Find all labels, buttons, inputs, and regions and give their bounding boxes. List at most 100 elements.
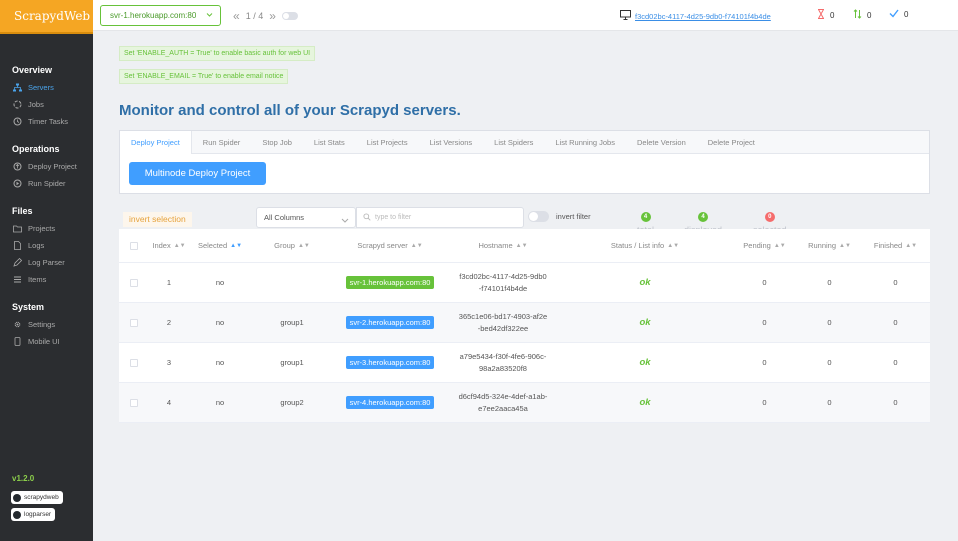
header-label: Scrapyd server <box>357 241 408 250</box>
sidebar-item-servers[interactable]: Servers <box>0 79 93 96</box>
sort-icon: ▲▼ <box>773 242 786 249</box>
hostname-line: 365c1e06-bd17-4903-af2e <box>458 311 548 321</box>
column-select-value: All Columns <box>264 213 305 222</box>
sidebar-item-label: Projects <box>28 224 56 233</box>
server-tag[interactable]: svr-2.herokuapp.com:80 <box>345 316 435 329</box>
server-select[interactable]: svr-1.herokuapp.com:80 <box>100 5 221 26</box>
sidebar-item-projects[interactable]: Projects <box>0 220 93 237</box>
status-ok: ok <box>639 397 651 408</box>
invert-filter-toggle[interactable] <box>528 211 549 222</box>
tab-list-stats[interactable]: List Stats <box>303 131 356 154</box>
table-row[interactable]: 3 no group1 svr-3.herokuapp.com:80 a79e5… <box>119 343 930 383</box>
table-row[interactable]: 4 no group2 svr-4.herokuapp.com:80 d6cf9… <box>119 383 930 423</box>
sort-icon: ▲▼ <box>515 242 528 249</box>
sort-icon: ▲▼ <box>297 242 310 249</box>
server-tag[interactable]: svr-4.herokuapp.com:80 <box>345 396 435 409</box>
sidebar-item-deploy-project[interactable]: Deploy Project <box>0 158 93 175</box>
github-link-scrapydweb[interactable]: scrapydweb <box>11 491 63 504</box>
sidebar-item-label: Deploy Project <box>28 162 77 171</box>
tab-delete-project[interactable]: Delete Project <box>697 131 766 154</box>
row-checkbox[interactable] <box>130 398 138 407</box>
sidebar-item-mobile-ui[interactable]: Mobile UI <box>0 333 93 350</box>
cell-status: ok <box>559 277 731 288</box>
operations-card: Deploy Project Run Spider Stop Job List … <box>119 130 930 194</box>
tab-list-spiders[interactable]: List Spiders <box>483 131 544 154</box>
sidebar-item-label: Log Parser <box>28 258 65 267</box>
row-checkbox[interactable] <box>130 358 138 367</box>
topbar-toggle[interactable] <box>281 12 298 20</box>
header-scrapyd-server[interactable]: Scrapyd server ▲▼ <box>333 241 447 250</box>
server-select-value: svr-1.herokuapp.com:80 <box>110 11 197 20</box>
tab-deploy-project[interactable]: Deploy Project <box>120 131 192 154</box>
brand-strip <box>0 32 93 34</box>
header-label: Running <box>808 241 837 250</box>
hostname-line: -bed42df322ee <box>477 323 529 333</box>
sidebar-item-log-parser[interactable]: Log Parser <box>0 254 93 271</box>
filter-input[interactable]: type to filter <box>356 207 524 228</box>
server-tag[interactable]: svr-3.herokuapp.com:80 <box>345 356 435 369</box>
cell-status: ok <box>559 317 731 328</box>
tab-list-projects[interactable]: List Projects <box>356 131 419 154</box>
tab-run-spider[interactable]: Run Spider <box>192 131 252 154</box>
row-checkbox-cell <box>119 358 149 367</box>
header-selected[interactable]: Selected ▲▼ <box>189 241 251 250</box>
sidebar-item-settings[interactable]: Settings <box>0 316 93 333</box>
cell-index: 2 <box>166 318 172 327</box>
header-status[interactable]: Status / List info ▲▼ <box>559 241 731 250</box>
header-label: Index <box>152 241 171 250</box>
brand-logo[interactable]: ScrapydWeb <box>0 0 93 32</box>
tab-delete-version[interactable]: Delete Version <box>626 131 697 154</box>
pending-count: 0 <box>830 10 835 20</box>
finished-count: 0 <box>904 10 909 19</box>
cell-selected: no <box>215 358 225 367</box>
sidebar-item-items[interactable]: Items <box>0 271 93 288</box>
sidebar-item-run-spider[interactable]: Run Spider <box>0 175 93 192</box>
table-row[interactable]: 2 no group1 svr-2.herokuapp.com:80 365c1… <box>119 303 930 343</box>
hostname-line: 98a2a83520f8 <box>479 363 527 373</box>
node-link[interactable]: f3cd02bc-4117-4d25-9db0-f74101f4b4de <box>620 10 771 22</box>
search-icon <box>363 212 371 223</box>
cell-pending: 0 <box>762 278 767 287</box>
invert-filter: invert filter <box>528 211 591 222</box>
hostname-line: d6cf94d5-324e-4def-a1ab- <box>458 391 548 401</box>
nav-section-system: System <box>12 302 45 312</box>
tab-list-versions[interactable]: List Versions <box>419 131 484 154</box>
running-counter: 0 <box>853 9 871 21</box>
invert-selection-button[interactable]: invert selection <box>123 212 192 227</box>
github-link-logparser[interactable]: logparser <box>11 508 56 521</box>
sort-icon: ▲▼ <box>173 242 186 249</box>
row-checkbox[interactable] <box>130 318 138 327</box>
cell-group: group1 <box>280 318 304 327</box>
header-index[interactable]: Index ▲▼ <box>149 241 189 250</box>
header-label: Pending <box>743 241 771 250</box>
cell-running: 0 <box>827 398 832 407</box>
select-all-cell <box>119 241 149 250</box>
select-all-checkbox[interactable] <box>130 241 138 250</box>
tab-stop-job[interactable]: Stop Job <box>251 131 303 154</box>
header-group[interactable]: Group ▲▼ <box>251 241 333 250</box>
table-row[interactable]: 1 no svr-1.herokuapp.com:80 f3cd02bc-411… <box>119 263 930 303</box>
sidebar-item-logs[interactable]: Logs <box>0 237 93 254</box>
header-running[interactable]: Running ▲▼ <box>798 241 861 250</box>
filter-placeholder: type to filter <box>375 214 412 221</box>
cell-pending: 0 <box>762 358 767 367</box>
mobile-icon <box>13 337 22 346</box>
column-select[interactable]: All Columns <box>256 207 356 228</box>
tab-list-running-jobs[interactable]: List Running Jobs <box>544 131 626 154</box>
header-finished[interactable]: Finished ▲▼ <box>861 241 930 250</box>
page-title: Monitor and control all of your Scrapyd … <box>119 102 461 119</box>
row-checkbox-cell <box>119 278 149 287</box>
cell-status: ok <box>559 397 731 408</box>
multinode-deploy-button[interactable]: Multinode Deploy Project <box>129 162 266 185</box>
row-checkbox[interactable] <box>130 278 138 287</box>
header-pending[interactable]: Pending ▲▼ <box>731 241 798 250</box>
sidebar-item-jobs[interactable]: Jobs <box>0 96 93 113</box>
play-icon <box>13 179 22 188</box>
header-hostname[interactable]: Hostname ▲▼ <box>447 241 559 250</box>
chevron-down-icon <box>206 11 213 20</box>
prev-server-icon[interactable]: « <box>233 9 240 23</box>
sidebar-item-timer-tasks[interactable]: Timer Tasks <box>0 113 93 130</box>
next-server-icon[interactable]: » <box>269 9 276 23</box>
server-tag[interactable]: svr-1.herokuapp.com:80 <box>345 276 435 289</box>
edit-icon <box>13 258 22 267</box>
